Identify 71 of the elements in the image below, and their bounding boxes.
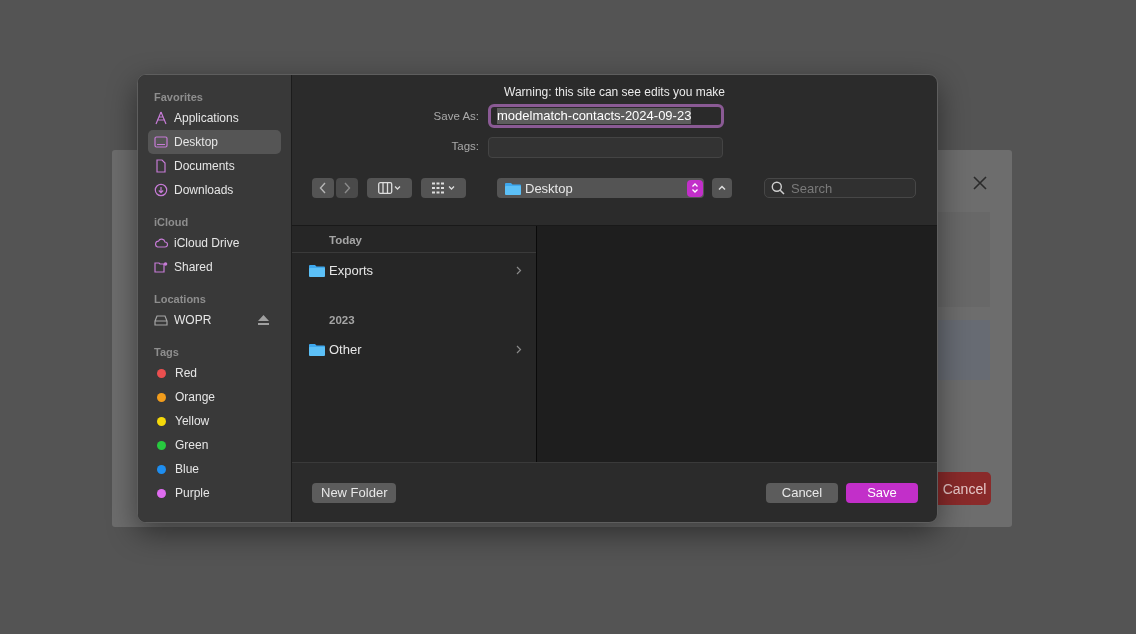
folder-row[interactable]: Other (292, 337, 536, 361)
forward-button[interactable] (336, 178, 358, 198)
column-view-button[interactable] (367, 178, 412, 198)
input-field[interactable]: modelmatch-contacts-2024-09-23 (488, 104, 724, 128)
up-down-arrows-icon (691, 182, 699, 194)
sidebar-label: Downloads (174, 183, 235, 197)
folder-icon (309, 342, 325, 356)
search-icon (771, 181, 785, 195)
sidebar-item[interactable]: Shared (148, 255, 281, 279)
sidebar-label: Applications (174, 111, 240, 125)
folder-row[interactable]: Exports (292, 258, 536, 282)
sidebar-item[interactable]: Yellow (148, 409, 281, 433)
applications-icon (154, 111, 168, 125)
grid-view-button[interactable] (421, 178, 466, 198)
download-icon (154, 183, 168, 197)
back-button[interactable] (312, 178, 334, 198)
sidebar-item[interactable]: Desktop (148, 130, 281, 154)
shared-folder-icon (154, 260, 168, 274)
sidebar-item[interactable]: iCloud Drive (148, 231, 281, 255)
field-label: Save As: (432, 110, 480, 122)
grid-icon (430, 182, 457, 194)
field-label: Tags: (450, 139, 480, 152)
sidebar-label: Yellow (175, 414, 211, 428)
folder-icon (505, 181, 521, 195)
save-button[interactable]: Save (846, 482, 918, 503)
sidebar-section-title: Tags (154, 345, 180, 359)
chevron-up-icon (717, 184, 727, 192)
sidebar-label: Orange (175, 390, 217, 404)
chevron-icon (516, 265, 522, 275)
new-folder-button[interactable]: New Folder (312, 482, 397, 503)
sidebar-item[interactable]: Documents (148, 154, 281, 178)
sidebar-item[interactable]: WOPR (148, 308, 281, 332)
warning-text: Warning: this site can see edits you make (503, 85, 726, 99)
columns-icon (377, 182, 402, 194)
sidebar-section-title: Locations (154, 292, 207, 306)
sidebar-label: Documents (174, 159, 236, 173)
document-icon (154, 159, 168, 173)
tags-field[interactable] (488, 137, 723, 158)
sidebar-item[interactable]: Red (148, 361, 281, 385)
sidebar-item[interactable]: Applications (148, 106, 281, 130)
sidebar-item[interactable]: Downloads (148, 178, 281, 202)
sidebar-label: Red (175, 366, 198, 380)
search-field[interactable]: Search (764, 178, 916, 198)
sidebar-section-title: iCloud (154, 215, 190, 229)
cloud-icon (154, 236, 168, 250)
cancel-button[interactable]: Cancel (766, 482, 838, 503)
eject-icon[interactable] (258, 315, 269, 325)
sidebar-section-title: Favorites (154, 90, 204, 104)
sidebar-item[interactable]: Orange (148, 385, 281, 409)
expand-button[interactable] (712, 178, 732, 198)
sidebar-label: iCloud Drive (174, 236, 241, 250)
chevron-left-icon (319, 182, 327, 194)
folder-icon (309, 263, 325, 277)
sidebar-item[interactable]: Green (148, 433, 281, 457)
group-header: 2023 (328, 313, 356, 328)
sidebar-label: Blue (175, 462, 201, 476)
drive-icon (154, 313, 168, 327)
sidebar-item[interactable]: Purple (148, 481, 281, 505)
cancel-button[interactable]: Cancel (938, 472, 991, 505)
sidebar-label: Green (175, 438, 210, 452)
sidebar-label: Purple (175, 486, 211, 500)
sidebar-label: Desktop (174, 135, 220, 149)
desktop-icon (154, 135, 168, 149)
chevron-right-icon (343, 182, 351, 194)
group-header: Today (292, 228, 536, 253)
location-dropdown[interactable]: Desktop (497, 178, 704, 198)
sidebar-label: WOPR (174, 313, 213, 327)
chevron-icon (516, 344, 522, 354)
close-icon[interactable] (973, 176, 987, 190)
sidebar-label: Shared (174, 260, 214, 274)
sidebar-item[interactable]: Blue (148, 457, 281, 481)
